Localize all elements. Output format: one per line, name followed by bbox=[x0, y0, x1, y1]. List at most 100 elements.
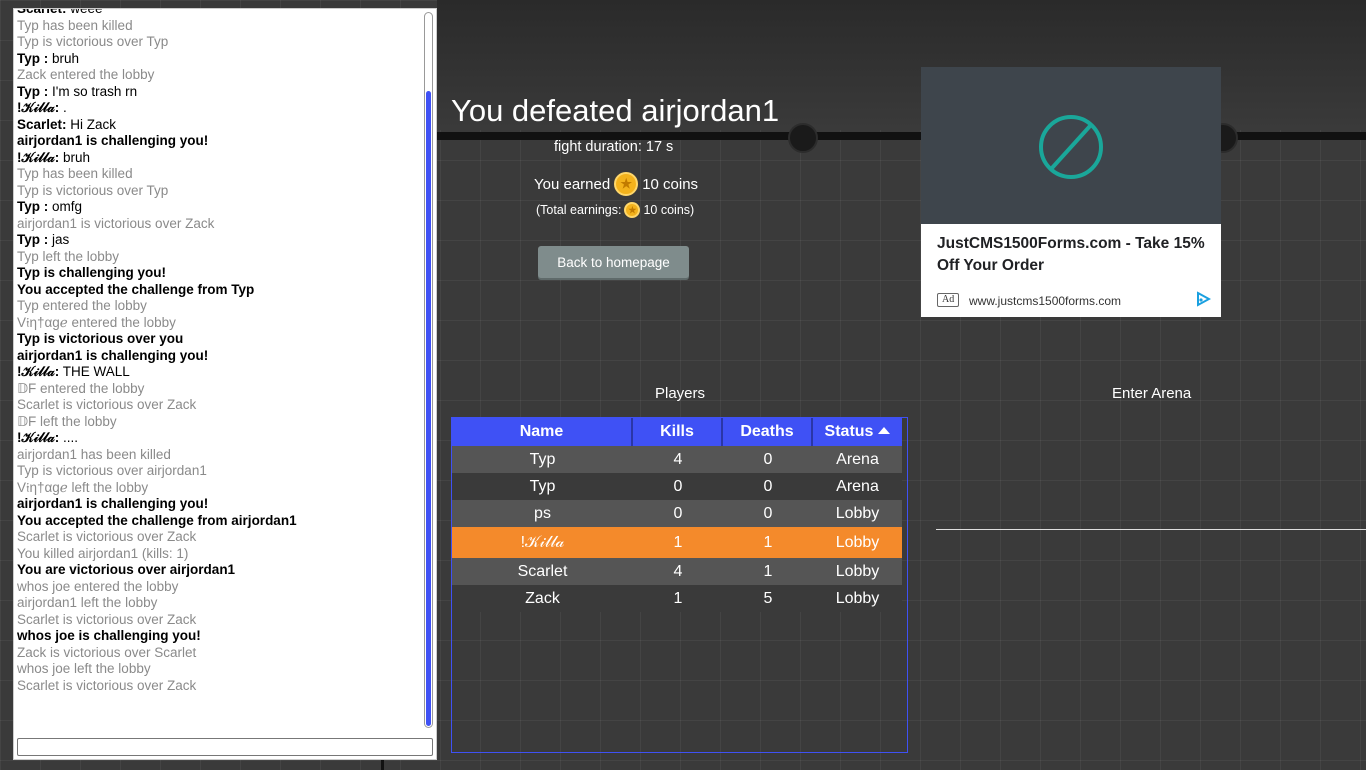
chat-message: Typ is victorious over Typ bbox=[17, 34, 169, 49]
chat-message: Scarlet: Hi Zack bbox=[17, 117, 417, 134]
player-row[interactable]: Zack 1 5 Lobby bbox=[452, 585, 902, 612]
chat-author: Typ : bbox=[17, 83, 49, 99]
chat-message: Typ : omfg bbox=[17, 199, 417, 216]
chat-message: Scarlet: weee bbox=[17, 9, 417, 18]
chat-message: whos joe is challenging you! bbox=[17, 628, 201, 643]
player-deaths: 0 bbox=[723, 473, 813, 500]
chat-message: 𝔻F left the lobby bbox=[17, 413, 117, 429]
column-header-label: Name bbox=[519, 423, 564, 440]
chat-message: airjordan1 is challenging you! bbox=[17, 496, 209, 511]
chat-message: !𝒦𝒾𝓁𝓁𝒶: .... bbox=[17, 430, 417, 447]
chat-text: bruh bbox=[52, 50, 80, 66]
sort-ascending-icon bbox=[878, 427, 891, 434]
enter-arena-heading[interactable]: Enter Arena bbox=[1112, 385, 1191, 402]
player-row[interactable]: ps 0 0 Lobby bbox=[452, 500, 902, 527]
chat-log: Scarlet: weeeTyp has been killedTyp is v… bbox=[17, 9, 417, 731]
chat-message: You accepted the challenge from Typ bbox=[17, 281, 255, 297]
chat-scrollbar-thumb[interactable] bbox=[426, 91, 431, 726]
ad-choices-icon[interactable] bbox=[1195, 291, 1211, 307]
chat-text: omfg bbox=[52, 199, 83, 214]
back-to-homepage-button[interactable]: Back to homepage bbox=[538, 246, 689, 278]
player-status: Lobby bbox=[813, 527, 902, 558]
player-status: Arena bbox=[813, 473, 902, 500]
player-row[interactable]: Typ 4 0 Arena bbox=[452, 446, 902, 473]
column-header-deaths[interactable]: Deaths bbox=[723, 418, 813, 446]
column-header-label: Status bbox=[824, 423, 874, 440]
player-name: Scarlet bbox=[452, 558, 633, 585]
player-deaths: 5 bbox=[723, 585, 813, 612]
player-kills: 1 bbox=[633, 585, 723, 612]
chat-panel: Scarlet: weeeTyp has been killedTyp is v… bbox=[13, 8, 437, 760]
result-title: You defeated airjordan1 bbox=[451, 93, 780, 128]
chat-author: Typ : bbox=[17, 199, 49, 214]
chat-message: Typ has been killed bbox=[17, 17, 133, 33]
total-earnings-row: (Total earnings: ★ 10 coins) bbox=[536, 202, 694, 218]
player-deaths: 0 bbox=[723, 446, 813, 473]
coin-icon: ★ bbox=[614, 172, 639, 196]
chat-message: Typ : I'm so trash rn bbox=[17, 84, 417, 101]
chat-message: V𝔦η†αgℯ entered the lobby bbox=[17, 314, 176, 330]
players-panel: Name Kills Deaths Status Typ 4 0 Arena Typ 0 0… bbox=[451, 417, 908, 753]
player-kills: 0 bbox=[633, 500, 723, 527]
chat-message: You killed airjordan1 (kills: 1) bbox=[17, 545, 189, 561]
blocked-icon bbox=[1039, 115, 1103, 179]
chat-scrollbar[interactable] bbox=[424, 12, 433, 728]
player-kills: 0 bbox=[633, 473, 723, 500]
column-header-label: Deaths bbox=[740, 423, 794, 440]
chat-message: You accepted the challenge from airjorda… bbox=[17, 512, 297, 528]
chat-text: weee bbox=[70, 9, 102, 16]
player-name: ps bbox=[452, 500, 633, 527]
chat-message: Typ entered the lobby bbox=[17, 298, 147, 313]
player-name: Typ bbox=[452, 446, 633, 473]
player-name: !𝒦𝒾𝓁𝓁𝒶 bbox=[452, 527, 633, 558]
chat-message: Scarlet is victorious over Zack bbox=[17, 397, 197, 412]
column-header-kills[interactable]: Kills bbox=[633, 418, 723, 446]
chat-message: Typ : bruh bbox=[17, 51, 417, 68]
chat-author: !𝒦𝒾𝓁𝓁𝒶: bbox=[17, 430, 60, 445]
chat-author: !𝒦𝒾𝓁𝓁𝒶: bbox=[17, 364, 60, 379]
player-row[interactable]: Typ 0 0 Arena bbox=[452, 473, 902, 500]
player-row[interactable]: !𝒦𝒾𝓁𝓁𝒶 1 1 Lobby bbox=[452, 527, 902, 558]
column-header-label: Kills bbox=[660, 423, 694, 440]
chat-message: whos joe left the lobby bbox=[17, 661, 151, 676]
chat-author: Typ : bbox=[17, 50, 49, 66]
earned-row: You earned ★ 10 coins bbox=[534, 172, 698, 196]
chat-text: Hi Zack bbox=[70, 116, 117, 132]
advertisement[interactable]: JustCMS1500Forms.com - Take 15% Off Your… bbox=[921, 67, 1221, 317]
player-row[interactable]: Scarlet 4 1 Lobby bbox=[452, 558, 902, 585]
chat-message: Scarlet is victorious over Zack bbox=[17, 529, 197, 544]
chat-text: THE WALL bbox=[62, 364, 130, 379]
players-table-body: Typ 4 0 Arena Typ 0 0 Arena ps 0 0 Lobby !𝒦𝒾𝓁𝓁𝒶 1 1 Lob… bbox=[452, 446, 902, 612]
ad-image[interactable] bbox=[921, 67, 1221, 224]
chat-message: You are victorious over airjordan1 bbox=[17, 562, 236, 577]
column-header-status[interactable]: Status bbox=[813, 418, 902, 446]
chat-author: Typ : bbox=[17, 232, 49, 247]
column-header-name[interactable]: Name bbox=[452, 418, 633, 446]
earned-label: You earned bbox=[534, 175, 611, 193]
chat-message: Typ : jas bbox=[17, 232, 417, 249]
chat-text: jas bbox=[52, 232, 70, 247]
ad-url[interactable]: www.justcms1500forms.com bbox=[969, 294, 1121, 308]
chat-message: Zack entered the lobby bbox=[17, 67, 155, 82]
chat-message: airjordan1 left the lobby bbox=[17, 595, 158, 610]
total-earnings-coins: 10 coins) bbox=[643, 203, 695, 217]
chat-author: Scarlet: bbox=[17, 9, 67, 16]
player-deaths: 1 bbox=[723, 558, 813, 585]
chat-message: Scarlet is victorious over Zack bbox=[17, 677, 197, 693]
chat-message: Typ is challenging you! bbox=[17, 265, 167, 280]
ad-headline[interactable]: JustCMS1500Forms.com - Take 15% Off Your… bbox=[937, 233, 1207, 277]
player-status: Arena bbox=[813, 446, 902, 473]
chat-text: bruh bbox=[63, 149, 91, 165]
chat-author: Scarlet: bbox=[17, 116, 67, 132]
chat-input[interactable] bbox=[17, 738, 433, 756]
chat-message: Typ is victorious over Typ bbox=[17, 182, 169, 198]
players-heading: Players bbox=[655, 385, 706, 402]
players-table-header: Name Kills Deaths Status bbox=[452, 418, 902, 446]
earned-coins: 10 coins bbox=[642, 175, 699, 193]
ad-badge: Ad bbox=[937, 293, 960, 307]
chat-message: !𝒦𝒾𝓁𝓁𝒶: bruh bbox=[17, 150, 417, 167]
chat-message: V𝔦η†αgℯ left the lobby bbox=[17, 479, 149, 495]
chat-message: airjordan1 is victorious over Zack bbox=[17, 215, 215, 231]
player-deaths: 1 bbox=[723, 527, 813, 558]
chat-message: whos joe entered the lobby bbox=[17, 578, 179, 594]
